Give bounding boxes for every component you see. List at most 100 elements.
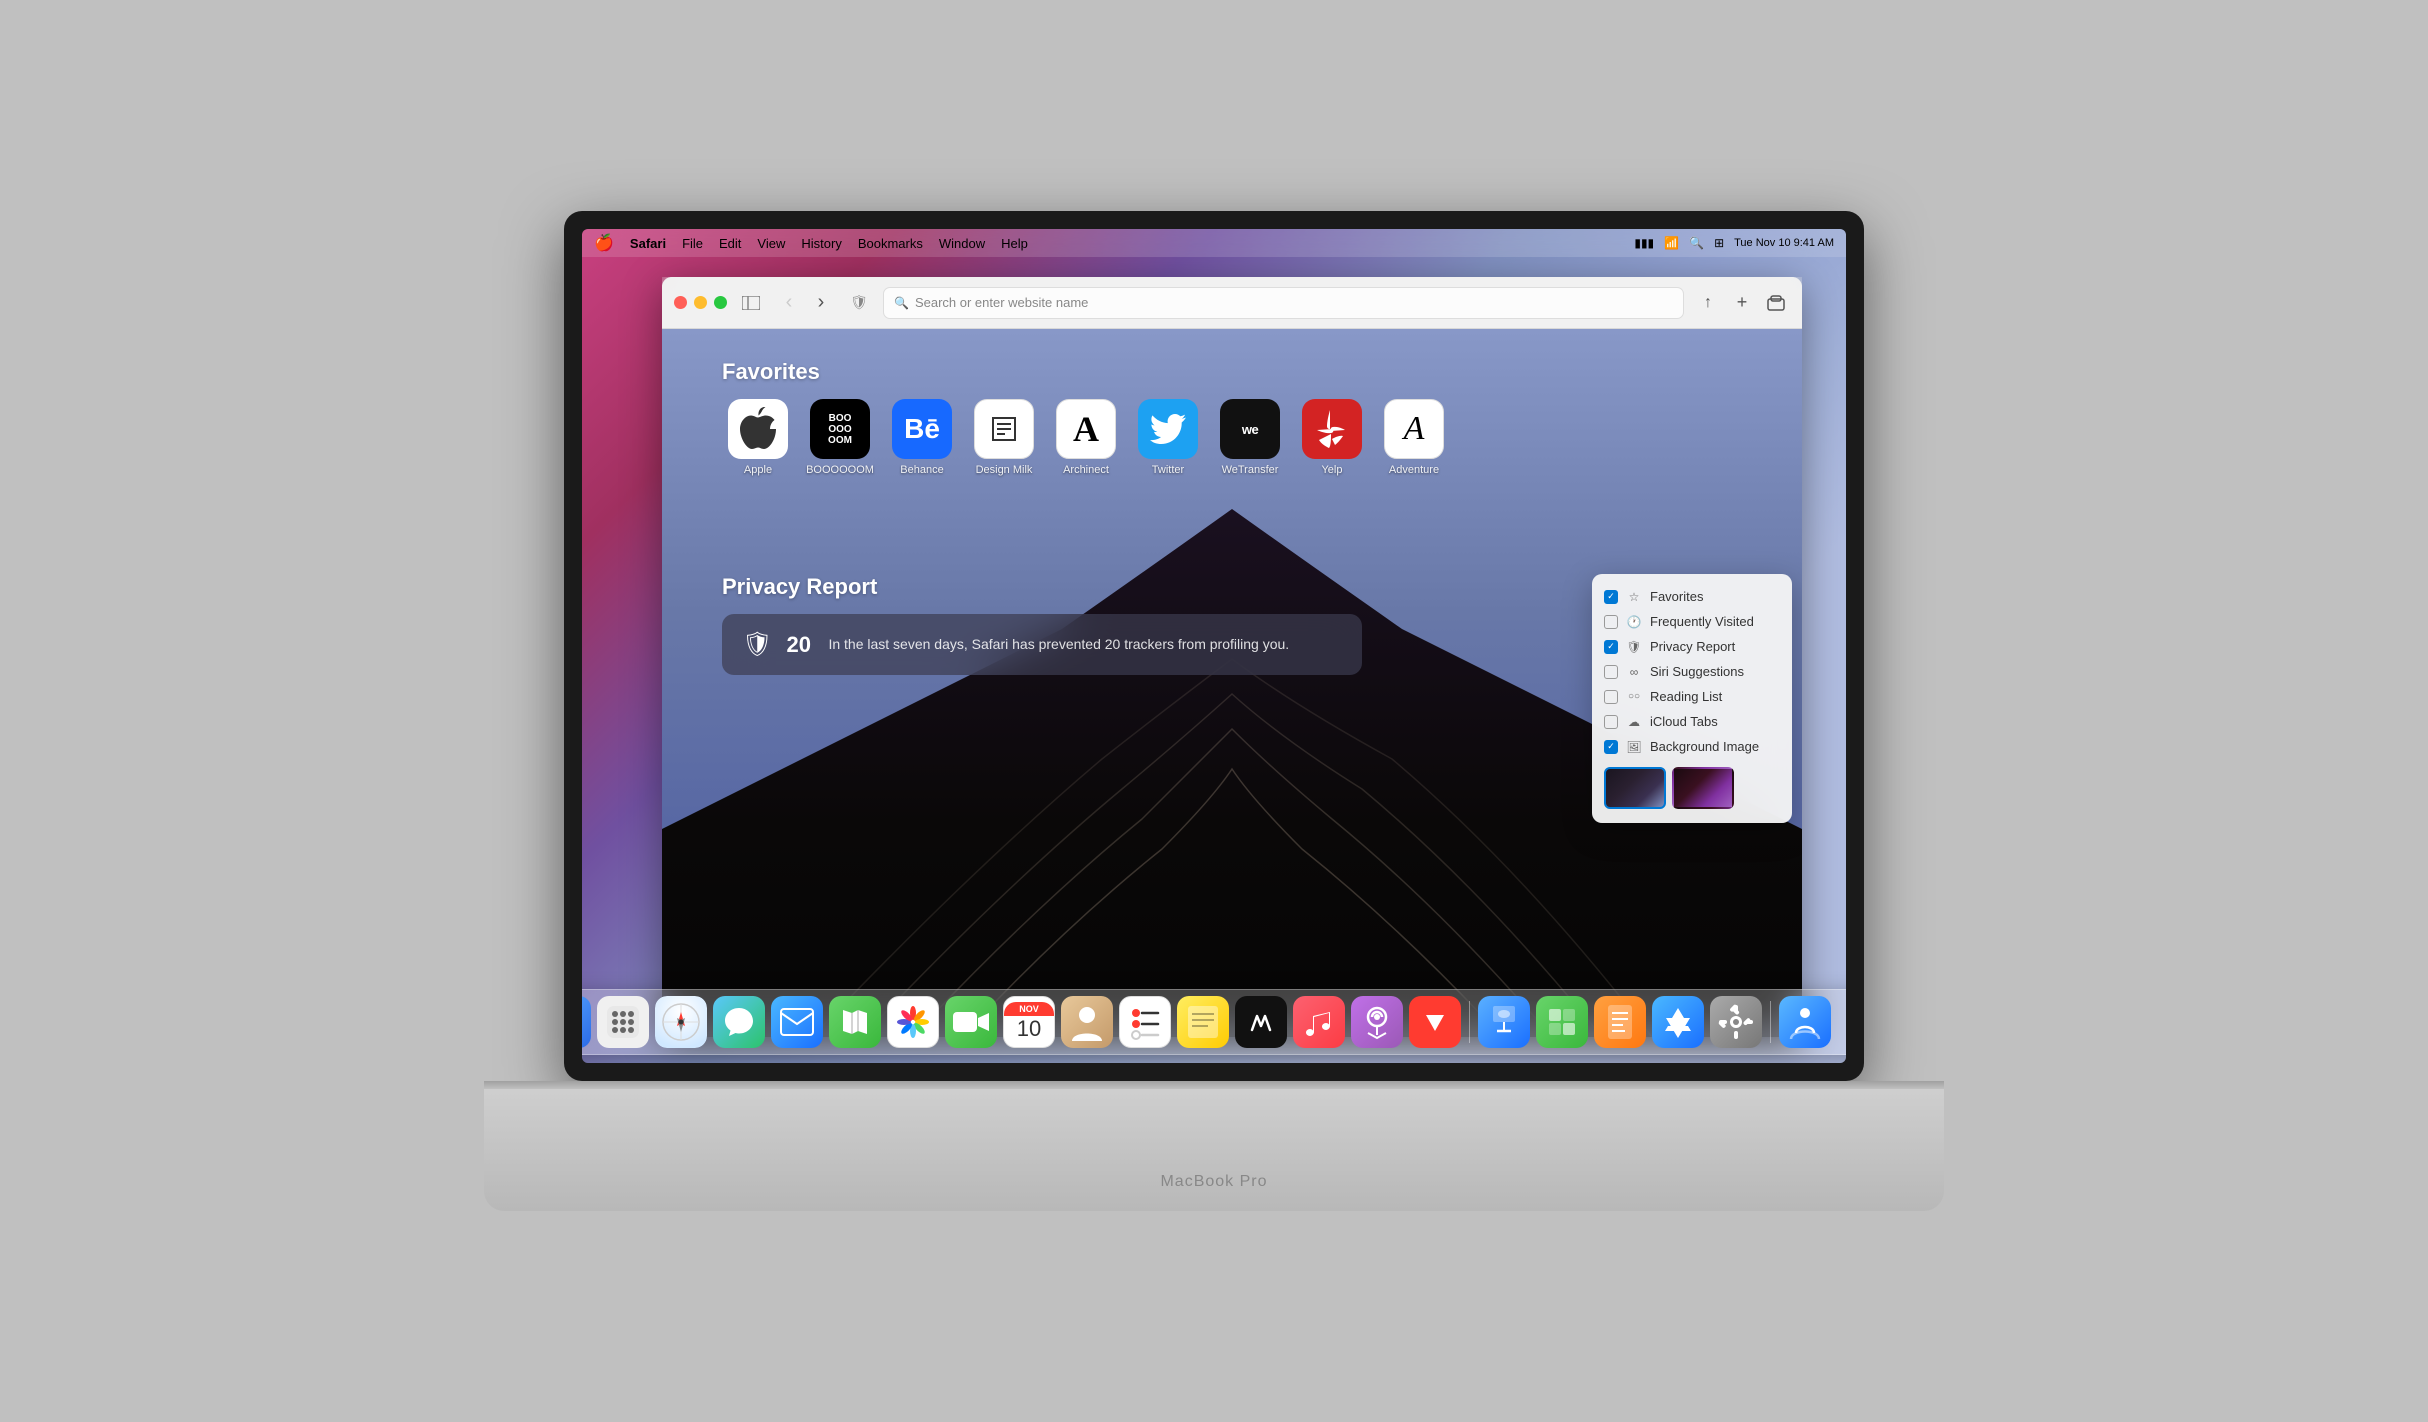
macbook-label: MacBook Pro [1160, 1173, 1267, 1191]
dock-numbers[interactable] [1536, 996, 1588, 1048]
dock-facetime[interactable] [945, 996, 997, 1048]
yelp-icon [1302, 399, 1362, 459]
adventure-icon: A [1384, 399, 1444, 459]
favorite-boooooom[interactable]: BOOOOOOOM BOOOOOOM [804, 399, 876, 476]
frequently-visited-label: Frequently Visited [1650, 614, 1754, 629]
favorite-archinect[interactable]: A Archinect [1050, 399, 1122, 476]
search-icon[interactable]: 🔍 [1689, 236, 1704, 250]
safari-window: ‹ › 🛡 🔍 Search or enter website name ↑ + [662, 277, 1802, 1037]
sidebar-toggle-button[interactable] [737, 289, 765, 317]
dock-airdrop[interactable] [1779, 996, 1831, 1048]
background-image-icon: 🖼 [1626, 740, 1642, 754]
favorite-apple[interactable]: Apple [722, 399, 794, 476]
background-image-label: Background Image [1650, 739, 1759, 754]
menubar-edit[interactable]: Edit [719, 236, 741, 251]
dock-keynote[interactable] [1478, 996, 1530, 1048]
menubar-bookmarks[interactable]: Bookmarks [858, 236, 923, 251]
background-image-checkbox[interactable]: ✓ [1604, 740, 1618, 754]
siri-suggestions-label: Siri Suggestions [1650, 664, 1744, 679]
customize-frequently-visited[interactable]: 🕐 Frequently Visited [1592, 609, 1792, 634]
icloud-tabs-checkbox[interactable] [1604, 715, 1618, 729]
favorite-twitter[interactable]: Twitter [1132, 399, 1204, 476]
menubar-view[interactable]: View [757, 236, 785, 251]
favorite-design-milk[interactable]: Design Milk [968, 399, 1040, 476]
favorites-icon: ☆ [1626, 590, 1642, 604]
design-milk-icon [974, 399, 1034, 459]
dock-trash[interactable] [1837, 996, 1846, 1048]
archinect-icon: A [1056, 399, 1116, 459]
menubar-left: 🍎 Safari File Edit View History Bookmark… [594, 233, 1634, 253]
dock-apple-tv[interactable] [1235, 996, 1287, 1048]
menubar-safari[interactable]: Safari [630, 236, 666, 251]
dock-mail[interactable] [771, 996, 823, 1048]
favorite-wetransfer[interactable]: we WeTransfer [1214, 399, 1286, 476]
menubar-help[interactable]: Help [1001, 236, 1028, 251]
siri-suggestions-checkbox[interactable] [1604, 665, 1618, 679]
menubar-window[interactable]: Window [939, 236, 985, 251]
privacy-icon: 🛡 [845, 289, 873, 317]
frequently-visited-checkbox[interactable] [1604, 615, 1618, 629]
minimize-button[interactable] [694, 296, 707, 309]
favorite-adventure[interactable]: A Adventure [1378, 399, 1450, 476]
apple-label: Apple [744, 464, 772, 476]
adventure-label: Adventure [1389, 464, 1439, 476]
show-tabs-button[interactable] [1762, 289, 1790, 317]
favorite-behance[interactable]: Bē Behance [886, 399, 958, 476]
dock-app-store[interactable] [1652, 996, 1704, 1048]
dock-music[interactable] [1293, 996, 1345, 1048]
customize-favorites[interactable]: ✓ ☆ Favorites [1592, 584, 1792, 609]
dock-safari[interactable] [655, 996, 707, 1048]
new-tab-button[interactable]: + [1728, 289, 1756, 317]
maximize-button[interactable] [714, 296, 727, 309]
back-button[interactable]: ‹ [775, 289, 803, 317]
dock-calendar[interactable]: NOV 10 [1003, 996, 1055, 1048]
favorites-checkbox[interactable]: ✓ [1604, 590, 1618, 604]
dock-system-preferences[interactable] [1710, 996, 1762, 1048]
dock-maps[interactable] [829, 996, 881, 1048]
wifi-icon[interactable]: 📶 [1664, 236, 1679, 250]
dock-messages[interactable] [713, 996, 765, 1048]
apple-menu[interactable]: 🍎 [594, 233, 614, 253]
menubar-history[interactable]: History [801, 236, 841, 251]
privacy-card[interactable]: 🛡 20 In the last seven days, Safari has … [722, 614, 1362, 675]
reading-list-checkbox[interactable] [1604, 690, 1618, 704]
search-placeholder: Search or enter website name [915, 295, 1088, 310]
dock-podcasts[interactable] [1351, 996, 1403, 1048]
dock-photos[interactable] [887, 996, 939, 1048]
customize-background-image[interactable]: ✓ 🖼 Background Image [1592, 734, 1792, 759]
dock-news[interactable] [1409, 996, 1461, 1048]
share-button[interactable]: ↑ [1694, 289, 1722, 317]
menubar-file[interactable]: File [682, 236, 703, 251]
safari-content: Favorites Apple [662, 329, 1802, 1037]
customize-siri-suggestions[interactable]: ∞ Siri Suggestions [1592, 659, 1792, 684]
macbook-body: MacBook Pro [484, 1081, 1944, 1211]
dock-pages[interactable] [1594, 996, 1646, 1048]
shield-icon: 🛡 [742, 630, 772, 659]
screen-bezel: 🍎 Safari File Edit View History Bookmark… [564, 211, 1864, 1081]
dock-contacts[interactable] [1061, 996, 1113, 1048]
apple-icon [728, 399, 788, 459]
bg-thumb-mountains[interactable] [1604, 767, 1666, 809]
customize-reading-list[interactable]: ○○ Reading List [1592, 684, 1792, 709]
privacy-message: In the last seven days, Safari has preve… [828, 635, 1289, 655]
search-icon: 🔍 [894, 296, 909, 310]
dock-launchpad[interactable] [597, 996, 649, 1048]
customize-privacy-report[interactable]: ✓ 🛡 Privacy Report [1592, 634, 1792, 659]
customize-icloud-tabs[interactable]: ☁ iCloud Tabs [1592, 709, 1792, 734]
bg-thumb-abstract[interactable] [1672, 767, 1734, 809]
control-center-icon[interactable]: ⊞ [1714, 236, 1724, 250]
forward-button[interactable]: › [807, 289, 835, 317]
favorite-yelp[interactable]: Yelp [1296, 399, 1368, 476]
search-bar[interactable]: 🔍 Search or enter website name [883, 287, 1684, 319]
behance-icon: Bē [892, 399, 952, 459]
macbook-hinge [484, 1081, 1944, 1089]
close-button[interactable] [674, 296, 687, 309]
privacy-report-label: Privacy Report [1650, 639, 1735, 654]
privacy-report-title: Privacy Report [722, 574, 1742, 600]
dock-finder[interactable] [582, 996, 591, 1048]
privacy-report-checkbox[interactable]: ✓ [1604, 640, 1618, 654]
wetransfer-label: WeTransfer [1222, 464, 1279, 476]
dock-reminders[interactable] [1119, 996, 1171, 1048]
yelp-label: Yelp [1321, 464, 1342, 476]
dock-notes[interactable] [1177, 996, 1229, 1048]
